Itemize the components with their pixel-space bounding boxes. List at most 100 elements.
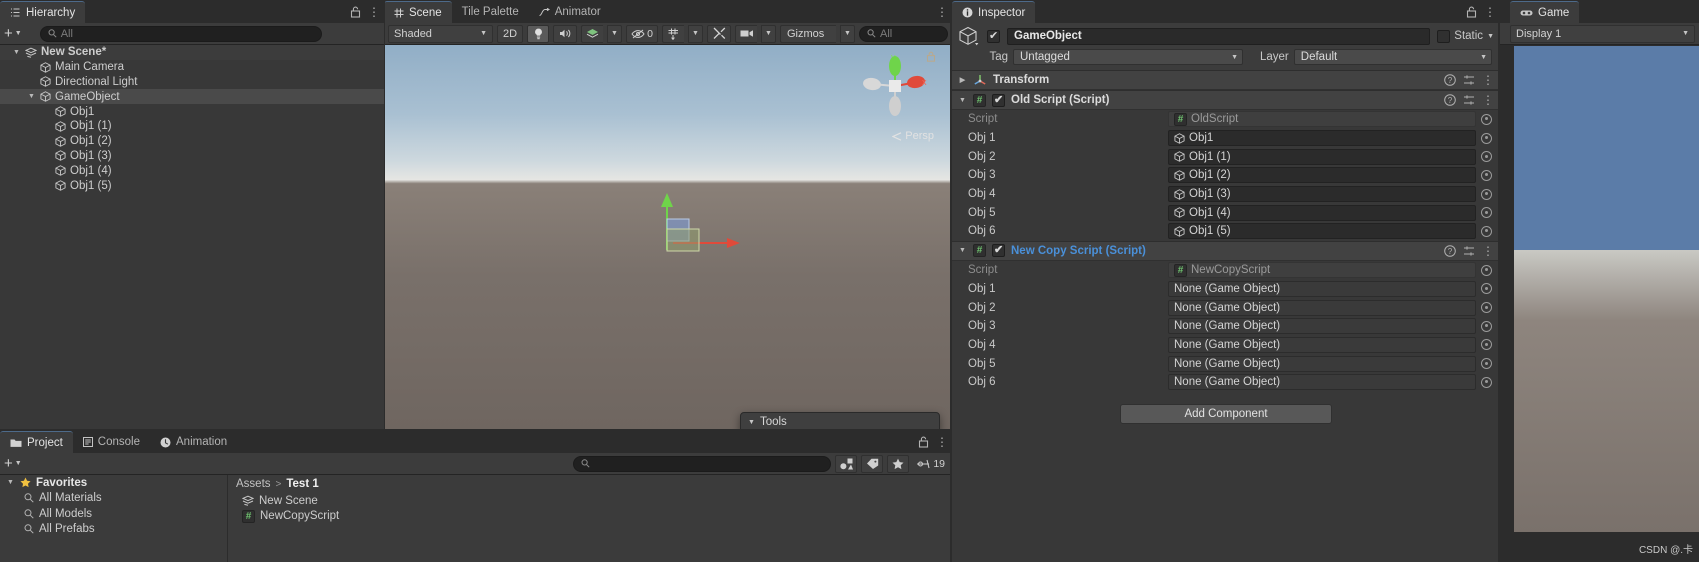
scene-lock-icon[interactable]	[926, 51, 936, 62]
lock-icon[interactable]	[918, 436, 929, 448]
scene-fx-toggle[interactable]	[581, 24, 603, 43]
hierarchy-item[interactable]: ▼ Obj1 (5)	[0, 178, 384, 193]
scene-audio-toggle[interactable]	[553, 24, 577, 43]
tab-game[interactable]: Game	[1510, 1, 1580, 23]
breadcrumb-root[interactable]: Assets	[236, 478, 271, 490]
hierarchy-item[interactable]: ▼ Obj1 (1)	[0, 119, 384, 134]
tab-tile-palette[interactable]: Tile Palette	[452, 1, 529, 23]
toggle-2d-button[interactable]: 2D	[497, 24, 523, 43]
lock-icon[interactable]	[1466, 6, 1477, 18]
project-filter-label-button[interactable]	[861, 454, 884, 473]
expander-icon[interactable]: ▼	[958, 97, 967, 104]
object-picker-icon[interactable]	[1481, 151, 1492, 163]
breadcrumb[interactable]: Assets > Test 1	[228, 475, 952, 493]
scene-grid-toggle[interactable]	[662, 24, 684, 43]
object-picker-icon[interactable]	[1481, 320, 1492, 332]
tag-dropdown[interactable]: Untagged ▼	[1013, 49, 1243, 65]
splitter-scene-project[interactable]	[0, 429, 952, 430]
display-dropdown[interactable]: Display 1 ▼	[1510, 24, 1695, 43]
scene-viewport[interactable]: y x Persp	[384, 45, 952, 430]
component-header[interactable]: ▼ # Old Script (Script)? ⋮	[952, 90, 1500, 110]
project-asset-browser[interactable]: Assets > Test 1 New Scene # NewCopyScript	[228, 475, 952, 562]
component-header[interactable]: ▼ # New Copy Script (Script)? ⋮	[952, 240, 1500, 261]
property-object-field[interactable]: Obj1 (2)	[1168, 167, 1476, 184]
project-search-input[interactable]	[572, 455, 832, 472]
gameobject-name-input[interactable]: GameObject	[1007, 27, 1431, 45]
scene-search-input[interactable]: All	[859, 25, 948, 42]
expander-icon[interactable]: ▼	[12, 49, 21, 56]
favorites-root[interactable]: ▼ Favorites	[0, 475, 227, 491]
shading-mode-dropdown[interactable]: Shaded ▼	[388, 24, 493, 43]
gizmos-button[interactable]: Gizmos	[780, 24, 836, 43]
scene-fx-dropdown[interactable]: ▼	[607, 24, 622, 43]
hierarchy-item[interactable]: ▼ Obj1 (2)	[0, 134, 384, 149]
favorites-item[interactable]: All Models	[0, 506, 227, 522]
asset-item[interactable]: # NewCopyScript	[228, 509, 952, 525]
scene-camera-button[interactable]	[735, 24, 757, 43]
object-picker-icon[interactable]	[1481, 188, 1492, 200]
object-picker-icon[interactable]	[1481, 358, 1492, 370]
expander-icon[interactable]: ▼	[6, 479, 15, 486]
scene-projection-label[interactable]: Persp	[892, 130, 934, 142]
move-gizmo[interactable]	[639, 145, 759, 255]
component-menu-icon[interactable]: ⋮	[1482, 93, 1494, 107]
splitter-hierarchy-scene[interactable]	[384, 0, 385, 430]
component-enabled-checkbox[interactable]	[992, 243, 1005, 258]
gameobject-enabled-checkbox[interactable]	[987, 29, 1000, 43]
asset-items[interactable]: New Scene # NewCopyScript	[228, 493, 952, 524]
property-object-field[interactable]: None (Game Object)	[1168, 355, 1476, 372]
component-header[interactable]: ▶ Transform? ⋮	[952, 70, 1500, 90]
tools-overlay[interactable]: ▼ Tools No custom tools available	[740, 412, 940, 430]
tools-overlay-header[interactable]: ▼ Tools	[741, 413, 939, 430]
scene-orientation-gizmo[interactable]: y x	[860, 51, 930, 121]
lock-icon[interactable]	[350, 6, 361, 18]
tab-animator[interactable]: Animator	[529, 1, 611, 23]
favorites-item[interactable]: All Prefabs	[0, 522, 227, 538]
object-picker-icon[interactable]	[1481, 283, 1492, 295]
project-add-button[interactable]: + ▼	[4, 456, 22, 471]
component-enabled-checkbox[interactable]	[992, 93, 1005, 107]
project-thumbnail-size-slider[interactable]: 19	[913, 458, 948, 470]
project-favorites-tree[interactable]: ▼ Favorites All Materials All Models All P…	[0, 475, 228, 562]
property-object-field[interactable]: # NewCopyScript	[1168, 262, 1476, 279]
object-picker-icon[interactable]	[1481, 339, 1492, 351]
property-object-field[interactable]: None (Game Object)	[1168, 318, 1476, 335]
tab-animation[interactable]: Animation	[150, 431, 237, 453]
preset-icon[interactable]	[1463, 94, 1475, 106]
hierarchy-add-button[interactable]: + ▼	[4, 26, 22, 41]
hierarchy-item[interactable]: ▼ Obj1 (4)	[0, 163, 384, 178]
hierarchy-tree[interactable]: ▼ New Scene* ▼ Main Camera ▼ Directional Ligh…	[0, 45, 384, 193]
favorites-item[interactable]: All Materials	[0, 491, 227, 507]
object-picker-icon[interactable]	[1481, 132, 1492, 144]
chevron-down-icon[interactable]: ▼	[1487, 33, 1494, 40]
help-icon[interactable]: ?	[1444, 94, 1456, 106]
hidden-objects-toggle[interactable]: 0	[626, 24, 658, 43]
tab-inspector[interactable]: Inspector	[952, 1, 1036, 23]
preset-icon[interactable]	[1463, 245, 1475, 257]
breadcrumb-current[interactable]: Test 1	[286, 478, 318, 490]
splitter-inspector-game[interactable]	[1498, 0, 1500, 562]
object-picker-icon[interactable]	[1481, 207, 1492, 219]
component-menu-icon[interactable]: ⋮	[1482, 73, 1494, 87]
hierarchy-item[interactable]: ▼ New Scene*	[0, 45, 384, 60]
scene-grid-dropdown[interactable]: ▼	[688, 24, 703, 43]
game-viewport[interactable]	[1514, 46, 1699, 532]
hierarchy-item[interactable]: ▼ Main Camera	[0, 60, 384, 75]
hierarchy-search-input[interactable]: All	[39, 25, 322, 42]
property-object-field[interactable]: Obj1	[1168, 130, 1476, 147]
component-menu-icon[interactable]: ⋮	[1482, 244, 1494, 258]
help-icon[interactable]: ?	[1444, 74, 1456, 86]
inspector-menu-icon[interactable]: ⋮	[1484, 5, 1496, 19]
static-checkbox[interactable]	[1437, 29, 1451, 43]
tab-project[interactable]: Project	[0, 431, 73, 453]
expander-icon[interactable]: ▶	[958, 76, 967, 84]
property-object-field[interactable]: None (Game Object)	[1168, 336, 1476, 353]
gizmos-dropdown[interactable]: ▼	[840, 24, 855, 43]
property-object-field[interactable]: Obj1 (1)	[1168, 148, 1476, 165]
project-menu-icon[interactable]: ⋮	[936, 435, 948, 449]
property-object-field[interactable]: Obj1 (5)	[1168, 223, 1476, 240]
scene-tools-button[interactable]	[707, 24, 731, 43]
property-object-field[interactable]: None (Game Object)	[1168, 280, 1476, 297]
object-picker-icon[interactable]	[1481, 169, 1492, 181]
property-object-field[interactable]: Obj1 (3)	[1168, 186, 1476, 203]
